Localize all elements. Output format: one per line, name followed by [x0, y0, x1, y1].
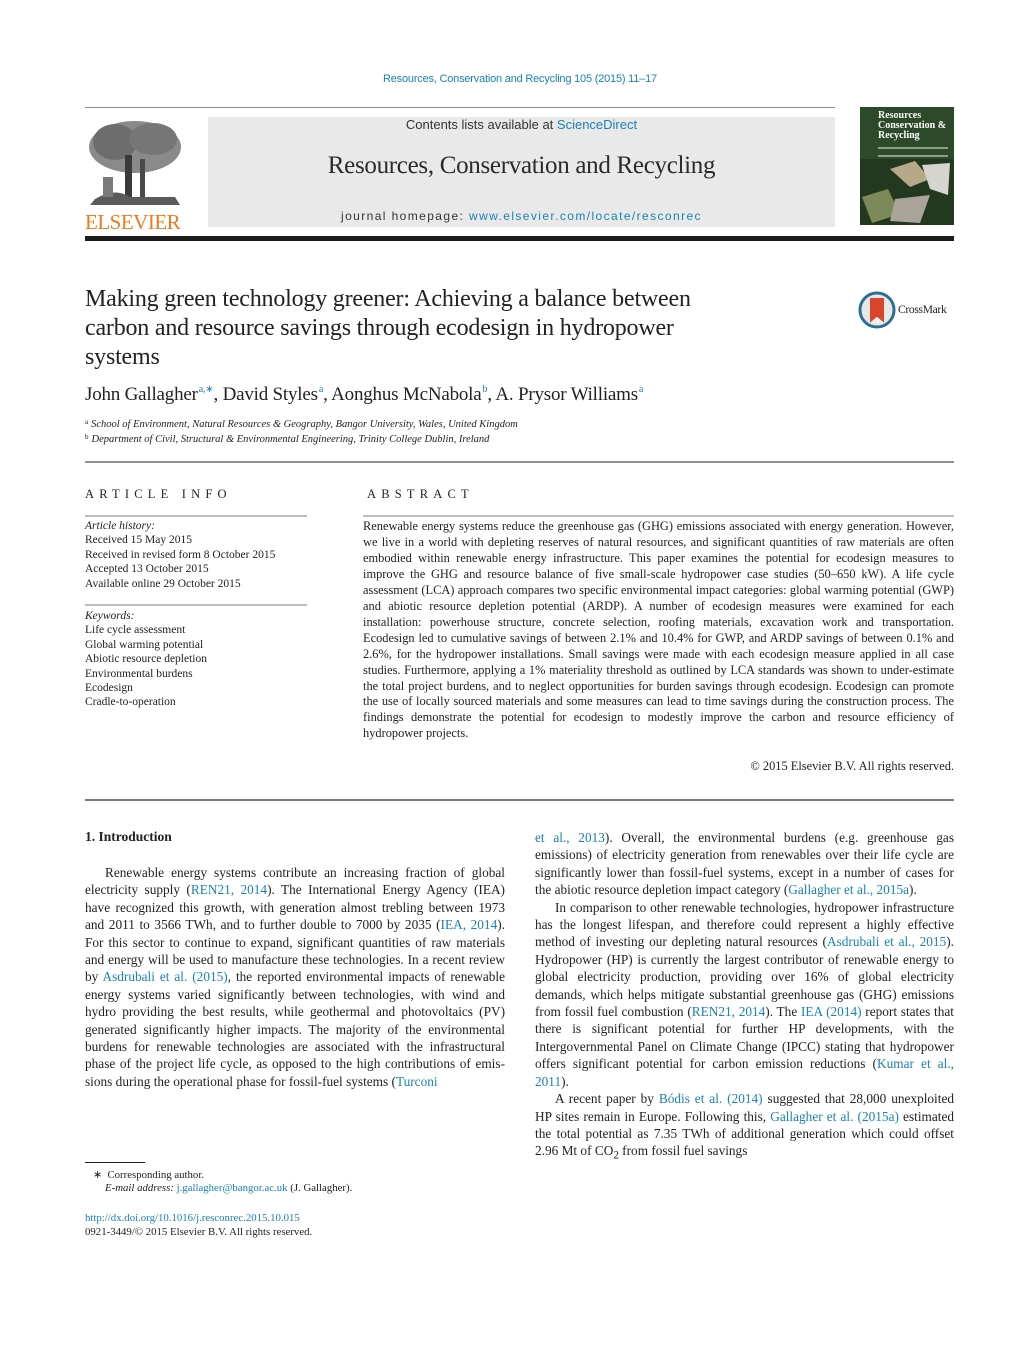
intro-paragraph: In comparison to other renewable technol… — [535, 899, 954, 1089]
history-item: Available online 29 October 2015 — [85, 577, 241, 590]
author-list: John Gallaghera,∗, David Stylesa, Aonghu… — [85, 384, 644, 405]
elsevier-logo[interactable]: ELSEVIER — [85, 117, 187, 234]
homepage-prefix: journal homepage: — [341, 209, 469, 223]
contents-prefix: Contents lists available at — [405, 117, 557, 132]
section-divider — [85, 461, 954, 463]
section-heading-introduction: 1. Introduction — [85, 829, 172, 844]
subscript: 2 — [613, 1149, 619, 1162]
elsevier-tree-icon — [85, 117, 185, 207]
cover-title: Resources Conservation & Recycling — [878, 111, 946, 141]
article-history: Article history: Received 15 May 2015 Re… — [85, 519, 307, 591]
affiliation-b: b Department of Civil, Structural & Envir… — [85, 433, 489, 445]
abstract-heading: ABSTRACT — [367, 487, 474, 501]
author-name[interactable]: David Styles — [223, 384, 318, 405]
affiliation-a: a School of Environment, Natural Resource… — [85, 418, 518, 430]
author-name[interactable]: Aonghus McNabola — [331, 384, 482, 405]
cover-title-line: Recycling — [878, 130, 920, 141]
citation-link[interactable]: Kumar et al., 2011 — [535, 1056, 954, 1088]
keyword-item: Abiotic resource depletion — [85, 653, 207, 666]
affiliation-text: Department of Civil, Structural & Enviro… — [91, 434, 490, 445]
abstract-text: Renewable energy systems reduce the gree… — [363, 519, 954, 741]
header-divider — [85, 107, 835, 108]
title-line: Making green technology greener: Achievi… — [85, 286, 691, 312]
citation-link[interactable]: Asdrubali et al., 2015 — [827, 934, 946, 949]
citation-link[interactable]: Turconi — [396, 1074, 438, 1089]
article-title: Making green technology greener: Achievi… — [85, 285, 805, 372]
elsevier-wordmark: ELSEVIER — [85, 210, 181, 234]
intro-paragraph: et al., 2013). Overall, the environmenta… — [535, 830, 955, 898]
journal-title[interactable]: Resources, Conservation and Recycling — [208, 152, 835, 180]
recycling-arrows-icon — [860, 159, 954, 225]
title-line: systems — [85, 344, 160, 370]
header-thick-rule — [85, 236, 954, 241]
article-info-heading: ARTICLE INFO — [85, 487, 232, 501]
history-item: Received 15 May 2015 — [85, 534, 192, 547]
keyword-item: Environmental burdens — [85, 667, 193, 680]
citation-link[interactable]: REN21, 2014 — [692, 1004, 766, 1019]
affiliation-text: School of Environment, Natural Resources… — [91, 419, 518, 430]
email-suffix: (J. Gallagher). — [287, 1182, 353, 1194]
abstract-bottom-rule — [85, 799, 954, 801]
corresponding-author-note: ∗ Corresponding author. — [93, 1168, 204, 1181]
crossmark-icon — [858, 291, 896, 329]
keywords: Keywords: Life cycle assessment Global w… — [85, 609, 307, 710]
doi-link[interactable]: http://dx.doi.org/10.1016/j.resconrec.20… — [85, 1212, 300, 1224]
crossmark-button[interactable]: CrossMark — [858, 290, 958, 330]
email-note: E-mail address: j.gallagher@bangor.ac.uk… — [105, 1182, 352, 1194]
footnote-mark: ∗ — [93, 1169, 103, 1181]
citation-link[interactable]: REN21, 2014 — [191, 882, 267, 897]
keyword-item: Cradle-to-operation — [85, 696, 176, 709]
author-name[interactable]: A. Prysor Williams — [495, 384, 638, 405]
article-history-label: Article history: — [85, 520, 155, 532]
intro-paragraph: Renewable energy systems contribute an i… — [85, 865, 505, 1089]
intro-right-column: et al., 2013). Overall, the environmenta… — [535, 829, 954, 1165]
journal-homepage-line: journal homepage: www.elsevier.com/locat… — [208, 209, 835, 223]
journal-homepage-link[interactable]: www.elsevier.com/locate/resconrec — [469, 209, 702, 223]
email-label: E-mail address: — [105, 1182, 177, 1194]
author-affiliation-mark[interactable]: b — [483, 384, 488, 395]
corresponding-author-text: Corresponding author. — [107, 1169, 205, 1181]
citation-link[interactable]: Bódis et al. (2014) — [659, 1091, 763, 1106]
keywords-rule — [85, 604, 307, 606]
affiliation-key: a — [85, 418, 89, 426]
author-affiliation-mark[interactable]: a — [639, 384, 643, 395]
keyword-item: Global warming potential — [85, 638, 204, 651]
abstract-copyright: © 2015 Elsevier B.V. All rights reserved… — [750, 759, 954, 773]
title-line: carbon and resource savings through ecod… — [85, 315, 674, 341]
journal-cover-thumbnail[interactable]: Resources Conservation & Recycling — [860, 107, 954, 225]
intro-paragraph: A recent paper by Bódis et al. (2014) su… — [535, 1091, 955, 1162]
footnote-rule — [85, 1162, 145, 1163]
sciencedirect-link[interactable]: ScienceDirect — [557, 117, 637, 132]
affiliation-key: b — [85, 433, 89, 441]
citation-link[interactable]: Gallagher et al. (2015a) — [770, 1109, 899, 1124]
issn-line: 0921-3449/© 2015 Elsevier B.V. All right… — [85, 1226, 313, 1238]
history-item: Accepted 13 October 2015 — [85, 563, 209, 576]
keyword-item: Life cycle assessment — [85, 624, 186, 637]
abstract-rule — [363, 515, 954, 517]
citation-link[interactable]: IEA (2014) — [801, 1004, 862, 1019]
keywords-label: Keywords: — [85, 610, 135, 622]
running-head[interactable]: Resources, Conservation and Recycling 10… — [0, 73, 1020, 85]
author-affiliation-mark[interactable]: a — [319, 384, 323, 395]
author-name[interactable]: John Gallagher — [85, 384, 198, 405]
intro-left-column: Renewable energy systems contribute an i… — [85, 864, 505, 1090]
author-affiliation-mark[interactable]: a,∗ — [199, 384, 214, 395]
cover-subtitle-bar — [878, 147, 948, 157]
citation-link[interactable]: IEA, 2014 — [441, 917, 498, 932]
keyword-item: Ecodesign — [85, 682, 133, 695]
email-link[interactable]: j.gallagher@bangor.ac.uk — [177, 1182, 288, 1194]
journal-citation-link[interactable]: Resources, Conservation and Recycling 10… — [383, 73, 657, 85]
history-item: Received in revised form 8 October 2015 — [85, 548, 276, 561]
contents-line: Contents lists available at ScienceDirec… — [208, 117, 835, 132]
crossmark-label: CrossMark — [898, 304, 947, 316]
citation-link[interactable]: Asdrubali et al. (2015) — [103, 969, 228, 984]
article-info-rule — [85, 515, 307, 517]
doi-line: http://dx.doi.org/10.1016/j.resconrec.20… — [85, 1212, 300, 1224]
citation-link[interactable]: et al., 2013 — [535, 830, 605, 845]
citation-link[interactable]: Gallagher et al., 2015a — [788, 882, 909, 897]
